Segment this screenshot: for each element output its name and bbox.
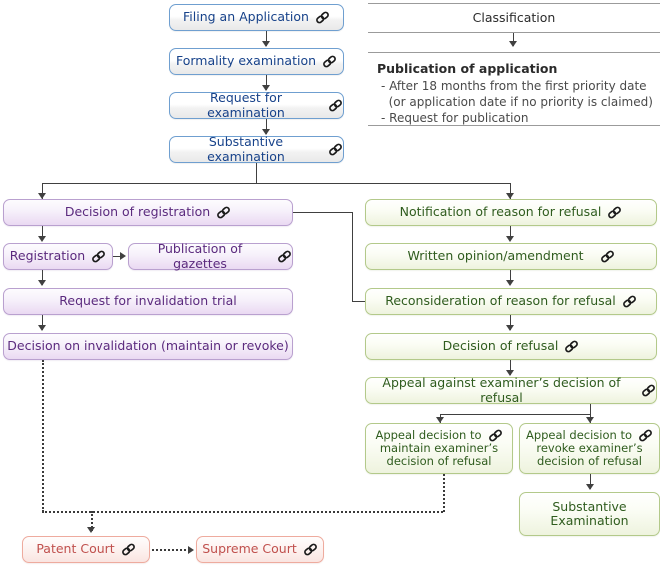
node-label: Decision of refusal [442, 338, 559, 354]
panel-rule-mid [368, 32, 660, 33]
node-label: Substantive examination [207, 134, 285, 164]
link-icon[interactable] [216, 206, 231, 219]
dotted-horizontal-to-courts [42, 511, 443, 513]
node-label: Written opinion/amendment [407, 248, 584, 264]
connector-substantive-down [256, 163, 257, 183]
node-label-line1: Appeal decision to [375, 427, 482, 442]
link-icon[interactable] [277, 250, 292, 263]
node-label: Supreme Court [202, 541, 297, 557]
node-label: Patent Court [36, 541, 115, 557]
link-icon[interactable] [622, 295, 637, 308]
node-filing-an-application[interactable]: Filing an Application [169, 4, 344, 31]
dotted-appeal-maintain-down [443, 474, 445, 512]
node-label-line1: Appeal decision to [525, 427, 633, 442]
link-icon[interactable] [328, 143, 343, 156]
panel-rule-lower [368, 52, 660, 53]
node-label: Notification of reason for refusal [399, 204, 602, 220]
node-label: Formality examination [175, 53, 317, 69]
appeal-revoke-line1-row: Appeal decision to [525, 427, 653, 442]
node-label: Reconsideration of reason for refusal [385, 293, 616, 309]
node-registration[interactable]: Registration [3, 243, 113, 270]
link-icon[interactable] [607, 206, 622, 219]
node-formality-examination[interactable]: Formality examination [169, 48, 344, 75]
link-icon[interactable] [488, 429, 503, 442]
classification-title: Classification [472, 10, 556, 25]
node-decision-of-registration[interactable]: Decision of registration [3, 199, 293, 226]
node-patent-court[interactable]: Patent Court [22, 536, 150, 563]
node-request-for-examination[interactable]: Request for examination [169, 90, 344, 120]
node-appeal-decision-to-maintain[interactable]: Appeal decision to maintain examiner’s d… [365, 423, 513, 474]
node-appeal-against-examiners-decision-of-refusal[interactable]: Appeal against examiner’s decision of re… [365, 375, 657, 405]
node-publication-of-gazettes[interactable]: Publication of gazettes [128, 241, 293, 271]
node-label-line2: Examination [550, 513, 629, 528]
node-decision-of-refusal[interactable]: Decision of refusal [365, 333, 657, 360]
node-appeal-decision-to-revoke[interactable]: Appeal decision to revoke examiner’s dec… [519, 423, 660, 474]
node-label-line3: decision of refusal [537, 454, 642, 469]
panel-rule-top [368, 3, 660, 4]
dotted-patent-to-supreme [152, 549, 190, 551]
node-substantive-examination-2[interactable]: Substantive Examination [519, 492, 660, 536]
node-label: Decision of registration [64, 204, 211, 220]
node-label: Filing an Application [183, 9, 309, 25]
link-icon[interactable] [121, 543, 136, 556]
link-icon[interactable] [322, 55, 337, 68]
node-label: Appeal against examiner’s decision of re… [382, 375, 621, 405]
node-request-for-invalidation-trial[interactable]: Request for invalidation trial [3, 288, 293, 315]
connector-registration-to-reconsideration [293, 212, 352, 213]
link-icon[interactable] [328, 99, 343, 112]
node-label-line3: decision of refusal [386, 454, 492, 469]
link-icon[interactable] [641, 384, 656, 397]
node-decision-on-invalidation[interactable]: Decision on invalidation (maintain or re… [3, 333, 293, 360]
node-label: Request for invalidation trial [59, 293, 237, 309]
dotted-invalidation-to-court [42, 360, 44, 512]
publication-details: - After 18 months from the first priorit… [381, 79, 653, 126]
panel-rule-bottom [368, 125, 660, 126]
node-reconsideration-of-reason-for-refusal[interactable]: Reconsideration of reason for refusal [365, 288, 657, 315]
link-icon[interactable] [91, 250, 106, 263]
node-substantive-examination[interactable]: Substantive examination [169, 134, 344, 164]
node-notification-of-reason-for-refusal[interactable]: Notification of reason for refusal [365, 199, 657, 226]
node-label: Publication of gazettes [157, 241, 243, 271]
node-written-opinion-amendment[interactable]: Written opinion/amendment [365, 243, 657, 270]
node-label: Registration [9, 248, 86, 264]
node-label: Request for examination [207, 90, 285, 120]
link-icon[interactable] [600, 250, 615, 263]
node-label: Decision on invalidation (maintain or re… [7, 338, 289, 354]
node-supreme-court[interactable]: Supreme Court [196, 536, 324, 563]
link-icon[interactable] [303, 543, 318, 556]
publication-heading: Publication of application [377, 61, 558, 76]
link-icon[interactable] [638, 429, 653, 442]
flowchart-canvas: Filing an Application Formality examinat… [0, 0, 660, 569]
appeal-maintain-line1-row: Appeal decision to [375, 427, 503, 442]
node-label-line1: Substantive [552, 498, 627, 514]
link-icon[interactable] [315, 11, 330, 24]
link-icon[interactable] [564, 340, 579, 353]
connector-substantive-split [42, 183, 511, 184]
